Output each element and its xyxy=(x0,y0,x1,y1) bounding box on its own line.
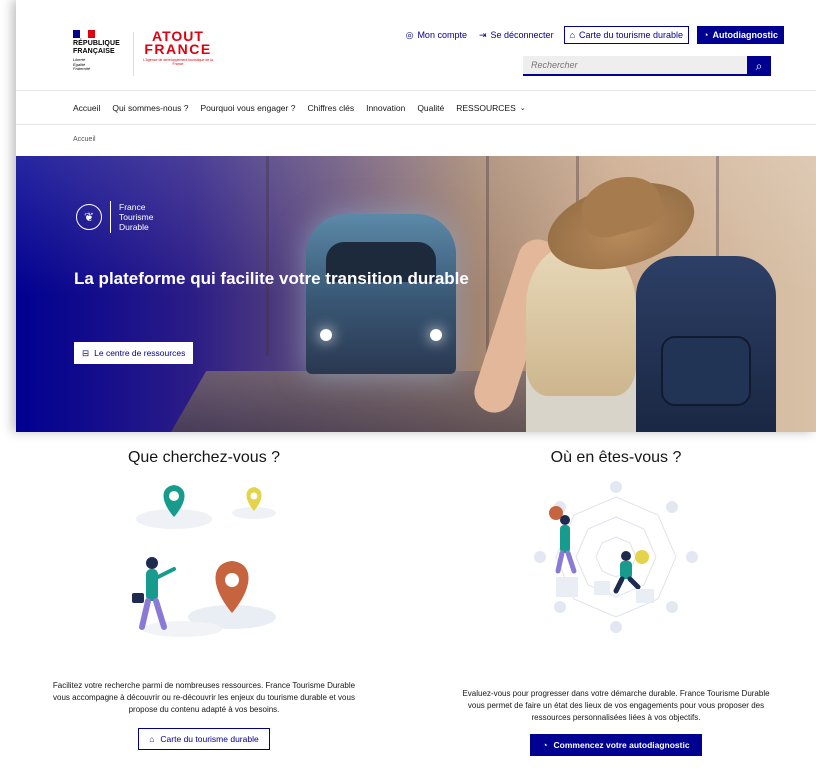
search-block: Que cherchez-vous ? Facilitez votre rech… xyxy=(29,432,379,750)
logout-link[interactable]: ⇥ Se déconnecter xyxy=(477,30,556,41)
logo-divider xyxy=(133,32,134,76)
republic-name-line-2: FRANÇAISE xyxy=(73,47,115,55)
autodiagnostic-button[interactable]: ◔ Autodiagnostic xyxy=(697,26,784,44)
map-button[interactable]: ⌂ Carte du tourisme durable xyxy=(563,26,690,44)
map-cta-label: Carte du tourisme durable xyxy=(160,734,259,744)
map-icon: ⌂ xyxy=(569,30,575,40)
search-block-title: Que cherchez-vous ? xyxy=(127,449,281,466)
chat-icon: ⊟ xyxy=(82,347,90,358)
brand-line-2: FRANCE xyxy=(144,41,212,57)
train-image xyxy=(306,214,456,374)
french-flag-icon xyxy=(73,30,95,38)
resource-center-button[interactable]: ⊟ Le centre de ressources xyxy=(74,342,194,364)
logout-icon: ⇥ xyxy=(478,29,487,40)
nav-item-chiffres-cles[interactable]: Chiffres clés xyxy=(307,103,354,113)
autodiag-button-label: Autodiagnostic xyxy=(712,30,779,40)
search-block-text: Facilitez votre recherche parmi de nombr… xyxy=(52,681,356,714)
search-bar: ⌕ xyxy=(523,56,771,76)
resource-center-label: Le centre de ressources xyxy=(94,348,186,358)
atout-france-logo[interactable]: ATOUT FRANCE L'Agence de développement t… xyxy=(138,29,218,66)
start-autodiagnostic-button[interactable]: ◔ Commencez votre autodiagnostic xyxy=(530,734,702,756)
logout-label: Se déconnecter xyxy=(490,30,554,40)
map-cta-button[interactable]: ⌂ Carte du tourisme durable xyxy=(138,728,270,750)
logo-line-3: Durable xyxy=(119,222,149,232)
status-block-title: Où en êtes-vous ? xyxy=(550,449,682,466)
breadcrumb: Accueil xyxy=(73,136,96,143)
nav-item-ressources-label: RESSOURCES xyxy=(456,102,516,113)
top-panel: RÉPUBLIQUE FRANÇAISE Liberté Égalité Fra… xyxy=(16,0,816,432)
map-icon: ⌂ xyxy=(149,734,155,744)
nav-item-accueil[interactable]: Accueil xyxy=(73,103,100,113)
hero-banner: ❦ France Tourisme Durable La plateforme … xyxy=(16,156,816,432)
status-block-text: Evaluez-vous pour progresser dans votre … xyxy=(462,689,770,722)
account-label: Mon compte xyxy=(417,30,467,40)
account-link[interactable]: ◎ Mon compte xyxy=(404,30,469,41)
status-block: Où en êtes-vous ? Evaluez-vous pour prog… xyxy=(441,432,791,756)
map-button-label: Carte du tourisme durable xyxy=(579,30,684,40)
main-nav: Accueil Qui sommes-nous ? Pourquoi vous … xyxy=(16,90,816,125)
chevron-down-icon: ⌄ xyxy=(519,104,526,112)
leaf-icon: ❦ xyxy=(76,204,102,230)
republique-francaise-logo[interactable]: RÉPUBLIQUE FRANÇAISE Liberté Égalité Fra… xyxy=(73,30,128,72)
logo-line-1: France xyxy=(119,202,146,212)
motto-fraternite: Fraternité xyxy=(73,66,91,71)
nav-item-qui-sommes-nous[interactable]: Qui sommes-nous ? xyxy=(112,103,188,113)
search-illustration xyxy=(132,485,276,637)
feature-columns: Que cherchez-vous ? Facilitez votre rech… xyxy=(16,432,816,782)
brand-tagline: L'Agence de développement touristique de… xyxy=(143,58,213,66)
search-input[interactable] xyxy=(523,56,747,76)
header-tools: ◎ Mon compte ⇥ Se déconnecter ⌂ Carte du… xyxy=(404,26,784,44)
start-autodiagnostic-label: Commencez votre autodiagnostic xyxy=(553,740,690,750)
user-icon: ◎ xyxy=(405,29,414,40)
nav-item-pourquoi-vous-engager[interactable]: Pourquoi vous engager ? xyxy=(200,103,295,113)
site-header: RÉPUBLIQUE FRANÇAISE Liberté Égalité Fra… xyxy=(16,0,816,90)
gauge-icon: ◔ xyxy=(703,30,709,40)
search-icon: ⌕ xyxy=(755,58,763,73)
nav-item-ressources[interactable]: RESSOURCES ⌄ xyxy=(456,103,525,113)
france-tourisme-durable-logo: ❦ France Tourisme Durable xyxy=(76,201,153,233)
breadcrumb-current: Accueil xyxy=(73,136,96,143)
nav-item-qualite[interactable]: Qualité xyxy=(417,103,444,113)
logo-line-2: Tourisme xyxy=(119,212,154,222)
autodiagnostic-illustration xyxy=(534,481,698,633)
nav-item-innovation[interactable]: Innovation xyxy=(366,103,405,113)
gauge-icon: ◔ xyxy=(542,740,548,750)
hero-title: La plateforme qui facilite votre transit… xyxy=(74,269,469,288)
traveler-image xyxy=(469,167,816,432)
search-button[interactable]: ⌕ xyxy=(747,56,771,76)
republic-name-line-1: RÉPUBLIQUE xyxy=(73,40,120,47)
